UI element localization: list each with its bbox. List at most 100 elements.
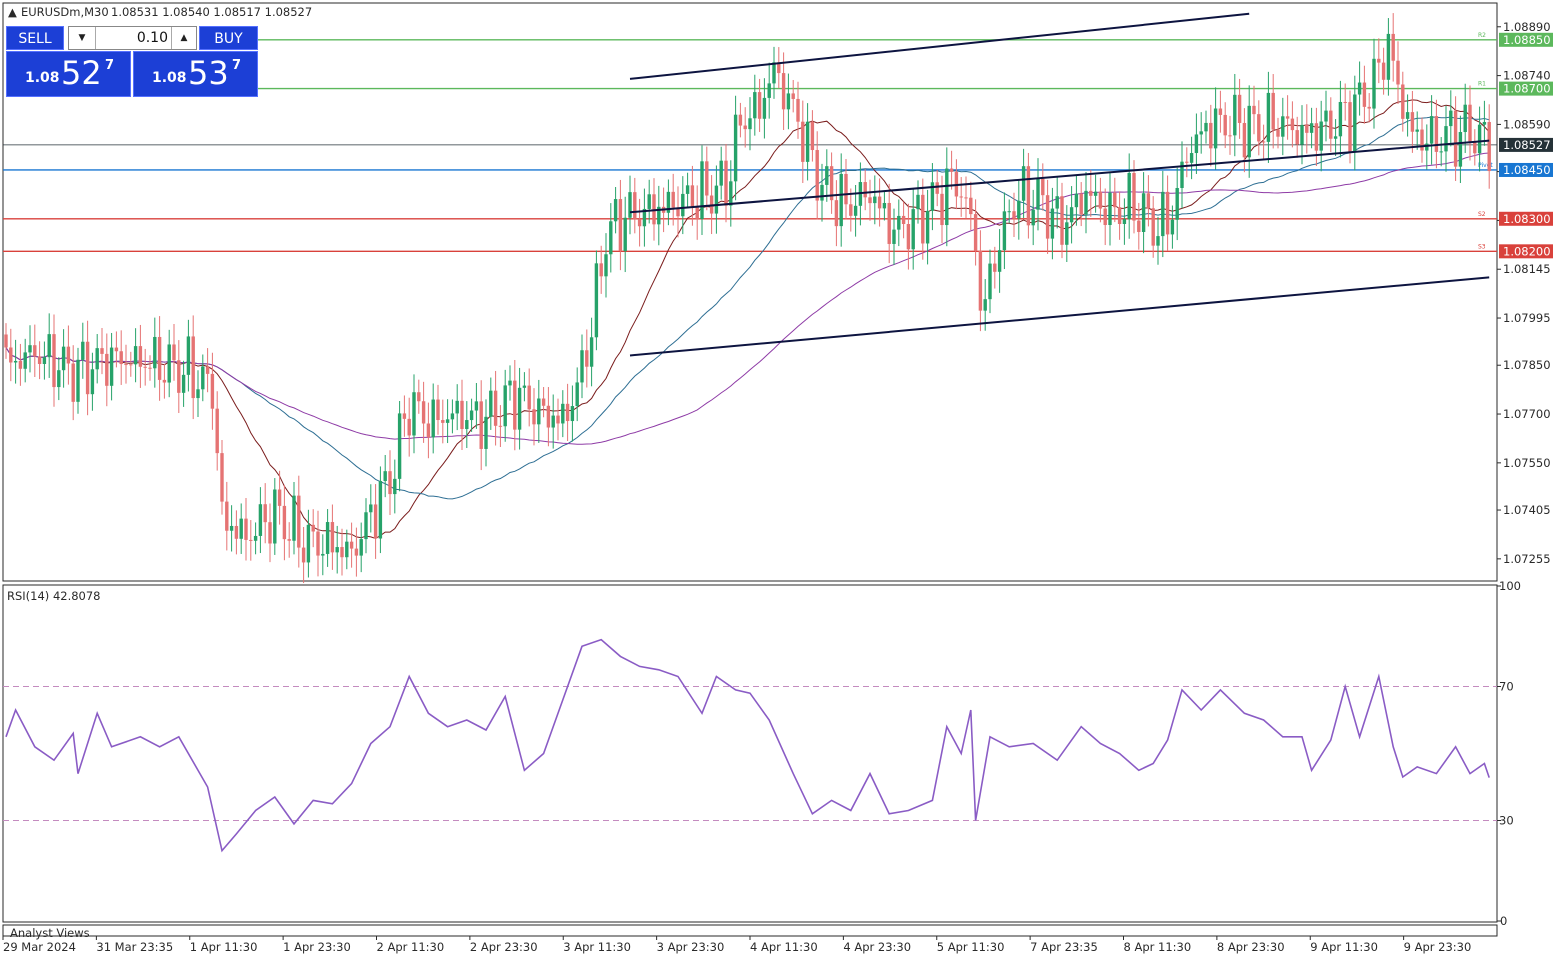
- candle-body: [124, 364, 128, 366]
- price-tag-label: 1.08527: [1503, 138, 1551, 152]
- lot-decrease-icon[interactable]: ▼: [69, 27, 96, 49]
- candle-body: [369, 504, 373, 513]
- candle-body: [757, 92, 762, 119]
- candle-body: [1026, 166, 1031, 226]
- candle-body: [109, 347, 114, 386]
- candle-body: [489, 390, 493, 417]
- candle-body: [810, 121, 815, 151]
- candle-body: [1396, 60, 1400, 85]
- buy-price-prefix: 1.08: [152, 70, 187, 86]
- candle-body: [321, 553, 325, 556]
- buy-price-box[interactable]: 1.08 53 7: [133, 51, 258, 97]
- trendline: [629, 139, 1490, 214]
- sell-price-box[interactable]: 1.08 52 7: [6, 51, 131, 97]
- candle-body: [263, 504, 267, 523]
- candle-body: [1405, 112, 1410, 119]
- candle-body: [359, 539, 363, 556]
- candle-body: [940, 193, 944, 226]
- candle-body: [1367, 106, 1371, 109]
- candle-body: [1002, 211, 1007, 251]
- candle-body: [1333, 136, 1338, 139]
- candle-body: [959, 196, 963, 198]
- candle-body: [465, 420, 469, 430]
- trendline: [629, 12, 1250, 80]
- candle-body: [647, 194, 651, 209]
- time-axis-label: 7 Apr 23:35: [1030, 940, 1098, 954]
- candle-body: [1290, 118, 1295, 131]
- candle-body: [71, 363, 75, 402]
- candle-body: [191, 336, 195, 399]
- candle-body: [1257, 114, 1261, 142]
- candle-body: [1084, 190, 1088, 215]
- candle-body: [1401, 84, 1405, 119]
- candle-body: [973, 214, 978, 251]
- chart-window: R2R1PivotS2S3 1.088901.087401.085901.084…: [0, 0, 1560, 960]
- candle-body: [517, 387, 522, 430]
- candle-body: [210, 373, 215, 409]
- candle-body: [1453, 110, 1458, 167]
- candle-body: [1242, 122, 1247, 158]
- candle-body: [441, 420, 445, 423]
- price-axis-label: 1.07405: [1503, 503, 1551, 517]
- candle-body: [1425, 143, 1429, 151]
- candle-body: [580, 350, 584, 383]
- candle-body: [618, 199, 623, 252]
- candle-body: [527, 385, 531, 410]
- sell-button[interactable]: SELL: [6, 26, 64, 50]
- price-axis-label: 1.08590: [1503, 117, 1551, 131]
- candle-body: [815, 150, 819, 201]
- candle-body: [1410, 112, 1415, 132]
- chart-canvas[interactable]: R2R1PivotS2S3 1.088901.087401.085901.084…: [0, 0, 1560, 960]
- candle-body: [1213, 108, 1218, 149]
- lot-increase-icon[interactable]: ▲: [171, 27, 196, 49]
- candle-body: [1185, 161, 1189, 163]
- candle-body: [589, 337, 594, 367]
- candle-body: [993, 263, 997, 272]
- candle-body: [781, 73, 786, 110]
- lot-size-input[interactable]: ▼ 0.10 ▲: [68, 26, 197, 50]
- candle-body: [791, 93, 795, 99]
- candle-body: [364, 512, 368, 540]
- candle-body: [786, 93, 791, 110]
- candle-body: [66, 346, 71, 364]
- candle-body: [604, 254, 608, 277]
- candle-body: [1069, 207, 1074, 223]
- candle-body: [561, 403, 565, 424]
- candle-body: [637, 219, 642, 227]
- candle-body: [738, 114, 743, 126]
- time-axis-label: 3 Apr 11:30: [563, 940, 631, 954]
- time-axis-label: 1 Apr 11:30: [190, 940, 258, 954]
- candle-body: [1295, 130, 1299, 145]
- candle-body: [162, 379, 167, 383]
- candle-body: [1199, 131, 1203, 135]
- candle-body: [743, 125, 747, 130]
- candle-body: [1463, 104, 1467, 133]
- candle-body: [282, 505, 287, 540]
- candle-body: [1021, 166, 1026, 201]
- buy-button[interactable]: BUY: [199, 26, 258, 50]
- one-click-trading-panel: SELL ▼ 0.10 ▲ BUY 1.08 52 7 1.08 53 7: [6, 26, 258, 98]
- lot-size-value[interactable]: 0.10: [137, 27, 168, 49]
- candle-body: [1482, 121, 1487, 125]
- candle-body: [340, 547, 344, 558]
- candle-body: [378, 480, 383, 539]
- candle-body: [148, 367, 152, 369]
- candle-body: [753, 92, 757, 119]
- analyst-views-label: Analyst Views: [10, 926, 90, 940]
- candle-body: [1156, 236, 1160, 246]
- candle-body: [935, 182, 939, 194]
- candle-body: [52, 334, 56, 388]
- candle-body: [690, 185, 695, 207]
- candle-body: [1343, 101, 1347, 103]
- candle-body: [1137, 220, 1141, 232]
- candle-body: [1381, 62, 1386, 80]
- candle-body: [1237, 94, 1242, 123]
- candle-body: [383, 471, 387, 481]
- candle-body: [76, 359, 80, 402]
- candle-body: [1362, 82, 1367, 107]
- rsi-pane-frame: [2, 584, 1498, 923]
- candle-body: [724, 160, 728, 206]
- candle-body: [493, 390, 498, 426]
- candle-body: [181, 374, 186, 393]
- candle-body: [532, 409, 536, 425]
